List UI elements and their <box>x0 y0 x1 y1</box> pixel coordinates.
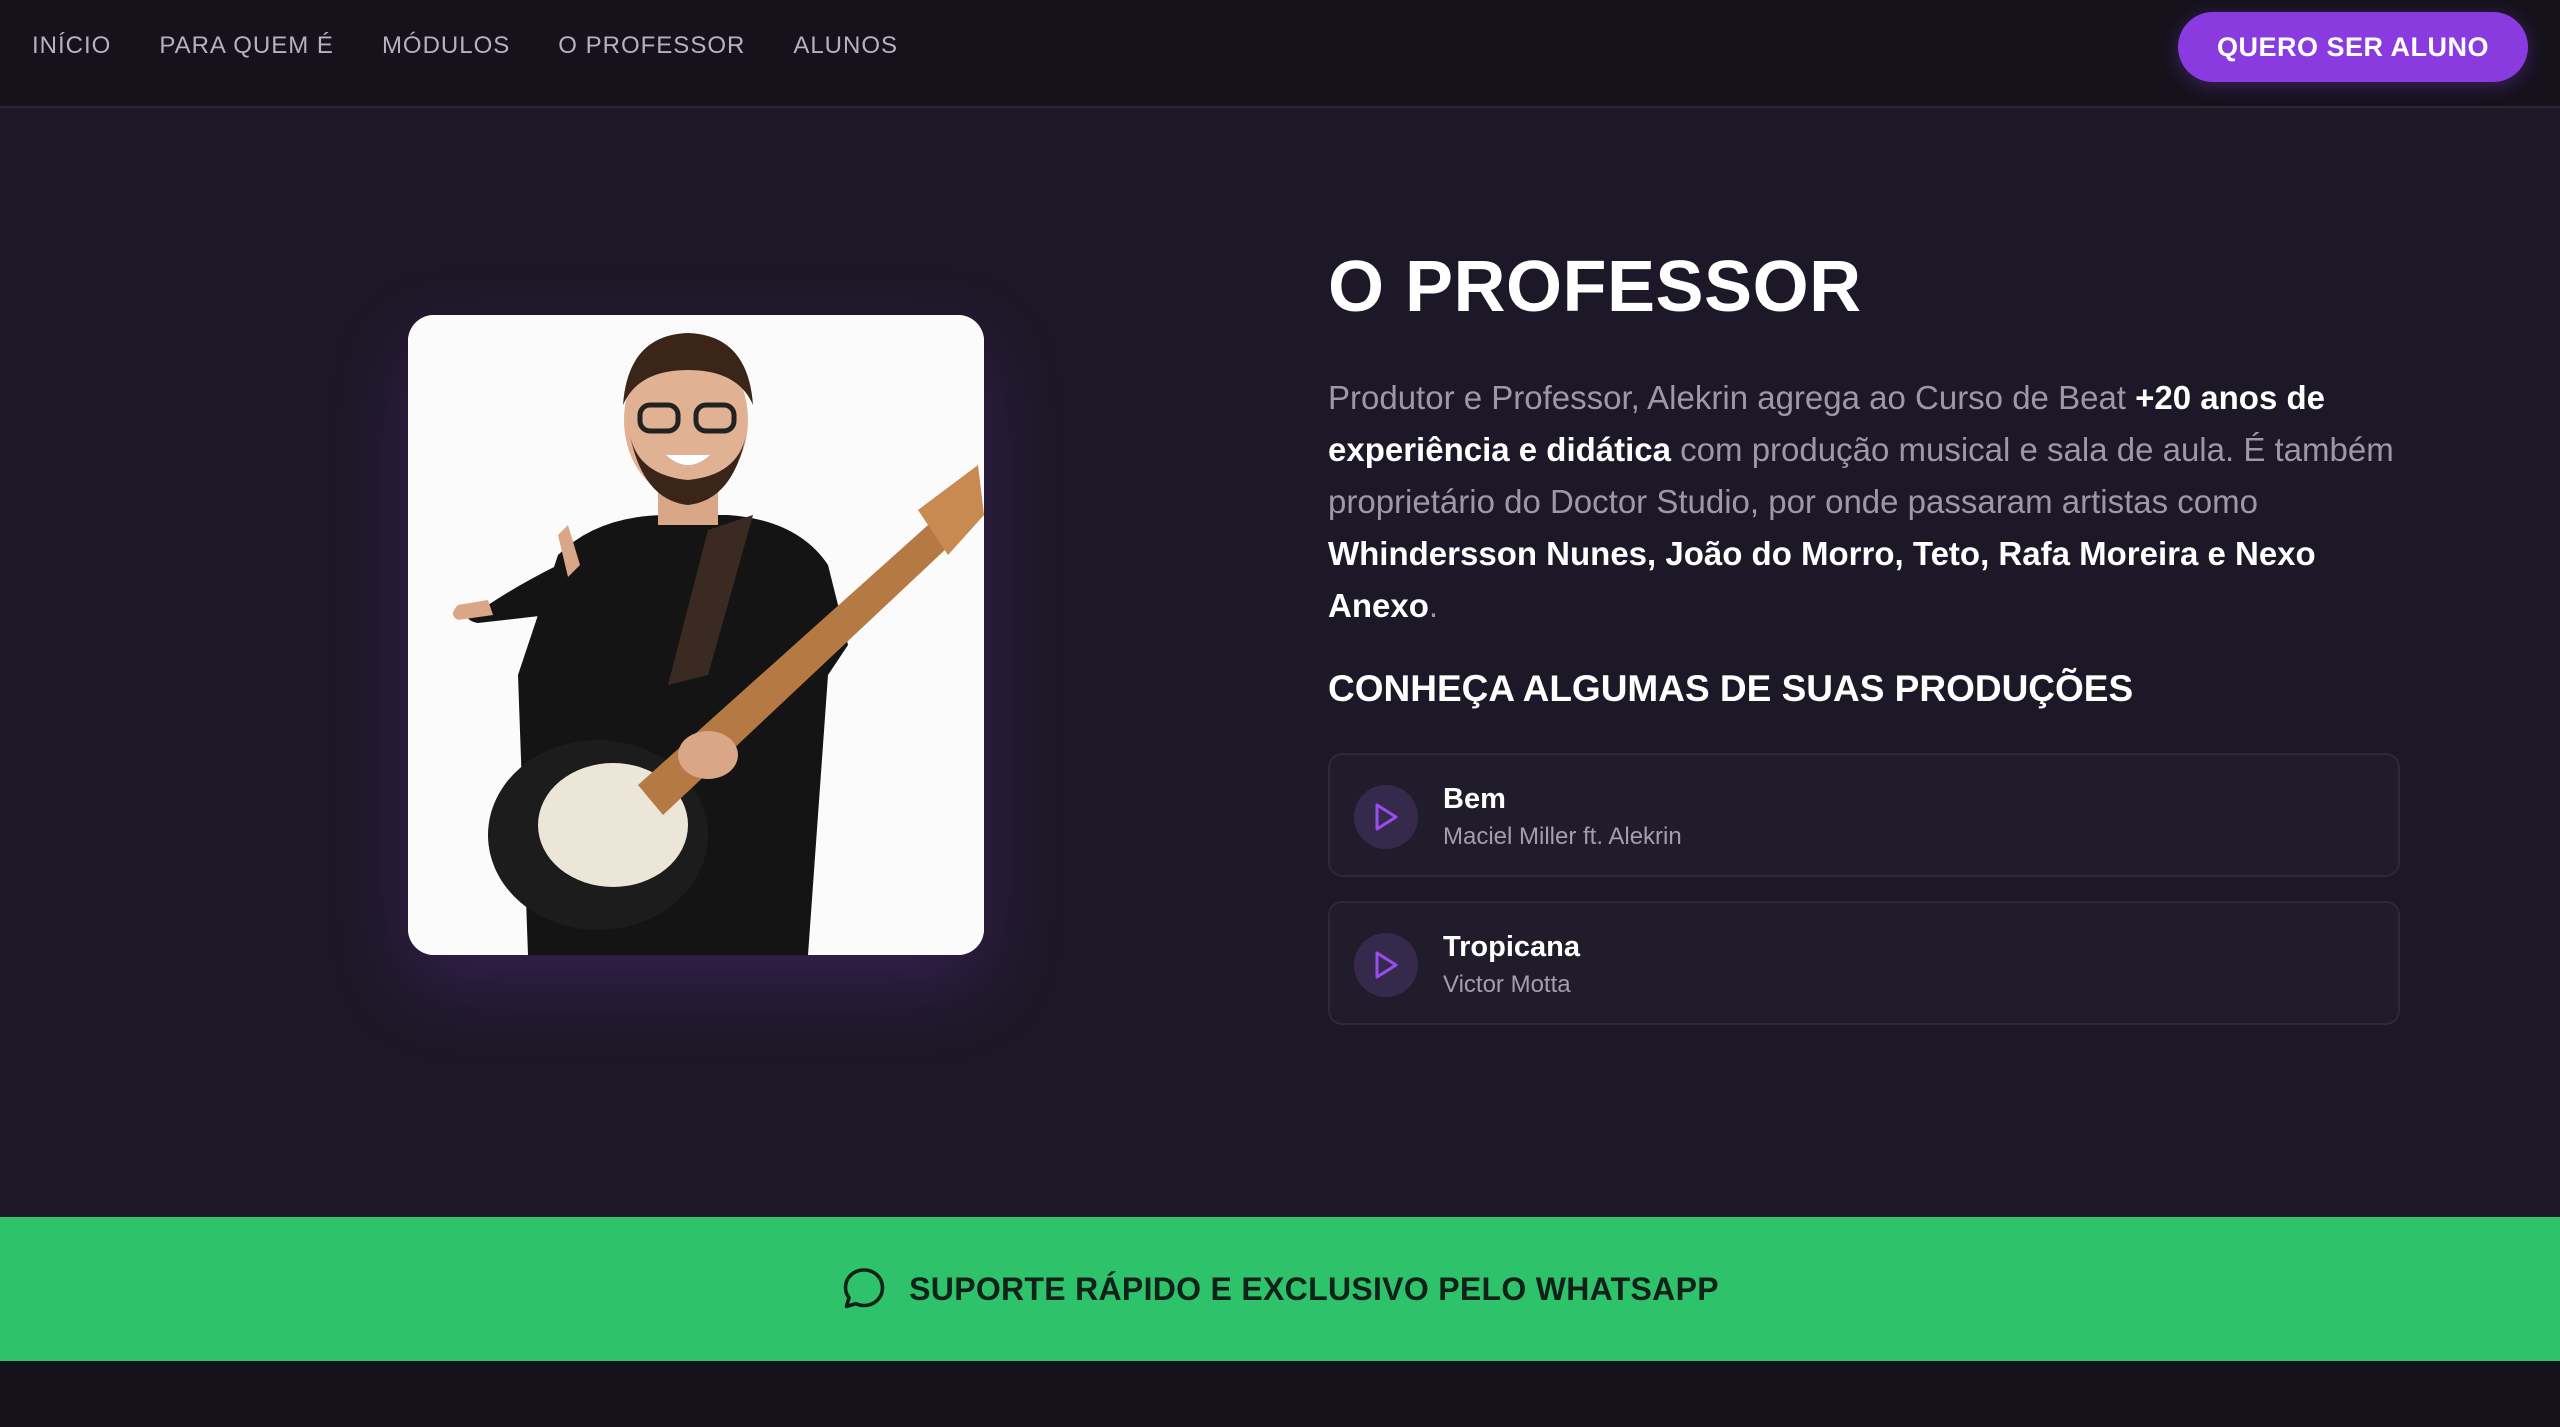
whatsapp-support-bar[interactable]: SUPORTE RÁPIDO E EXCLUSIVO PELO WHATSAPP <box>0 1217 2560 1361</box>
footer <box>0 1361 2560 1427</box>
quero-ser-aluno-button[interactable]: QUERO SER ALUNO <box>2178 12 2528 82</box>
play-icon[interactable] <box>1354 785 1418 849</box>
track-title: Bem <box>1443 783 1506 815</box>
top-nav: INÍCIO PARA QUEM É MÓDULOS O PROFESSOR A… <box>0 0 2560 108</box>
bio-text-1: Produtor e Professor, Alekrin agrega ao … <box>1328 379 2136 416</box>
bio-highlight-artists: Whindersson Nunes, João do Morro, Teto, … <box>1328 535 2316 624</box>
track-card[interactable]: Tropicana Victor Motta <box>1328 901 2400 1025</box>
track-artist: Maciel Miller ft. Alekrin <box>1443 823 1682 850</box>
bio-text-3: . <box>1428 587 1439 624</box>
professor-title: O PROFESSOR <box>1328 247 1862 327</box>
play-icon[interactable] <box>1354 933 1418 997</box>
nav-link-modulos[interactable]: MÓDULOS <box>382 32 510 60</box>
professor-photo <box>408 315 984 955</box>
productions-heading: CONHEÇA ALGUMAS DE SUAS PRODUÇÕES <box>1328 668 2134 709</box>
track-card[interactable]: Bem Maciel Miller ft. Alekrin <box>1328 753 2400 877</box>
play-icon-glyph <box>1375 803 1398 831</box>
track-title: Tropicana <box>1443 931 1580 963</box>
play-icon-glyph <box>1375 951 1398 979</box>
nav-link-o-professor[interactable]: O PROFESSOR <box>558 32 745 60</box>
whatsapp-support-label: SUPORTE RÁPIDO E EXCLUSIVO PELO WHATSAPP <box>909 1270 1719 1307</box>
nav-link-para-quem-e[interactable]: PARA QUEM É <box>159 32 334 60</box>
professor-bio: Produtor e Professor, Alekrin agrega ao … <box>1328 372 2408 632</box>
track-artist: Victor Motta <box>1443 971 1571 998</box>
whatsapp-chat-icon <box>843 1268 885 1309</box>
professor-photo-illustration <box>408 315 984 955</box>
nav-links: INÍCIO PARA QUEM É MÓDULOS O PROFESSOR A… <box>32 0 898 92</box>
nav-link-alunos[interactable]: ALUNOS <box>793 32 898 60</box>
nav-link-inicio[interactable]: INÍCIO <box>32 32 111 60</box>
